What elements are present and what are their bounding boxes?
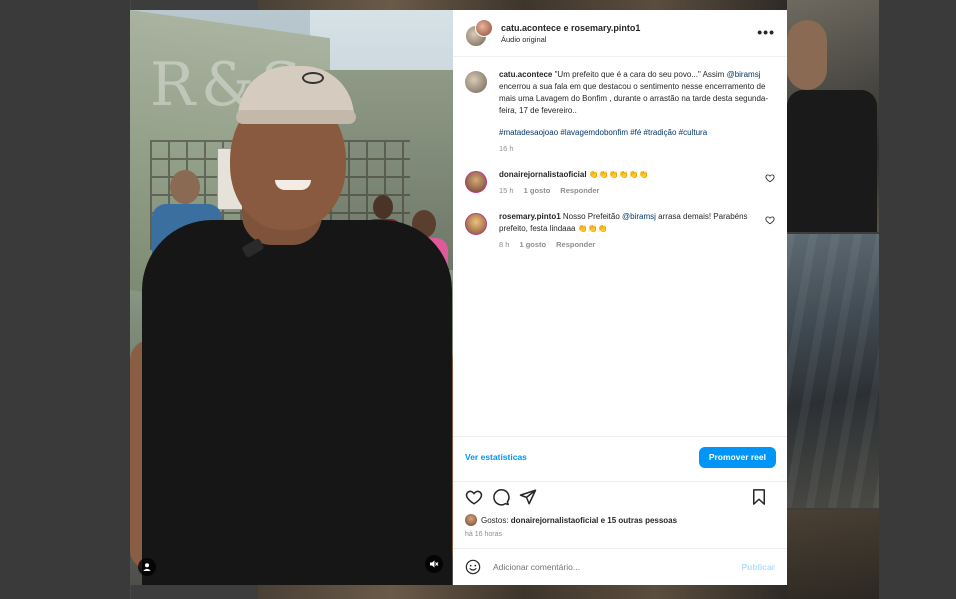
- caption-hashtags[interactable]: #matadesaojoao #lavagemdobonfim #fé #tra…: [499, 127, 775, 139]
- comments-list[interactable]: catu.acontece "Um prefeito que é a cara …: [453, 57, 787, 436]
- bg-panel-left: [0, 0, 130, 599]
- avatar[interactable]: [465, 71, 487, 93]
- post-panel: catu.acontece e rosemary.pinto1 Áudio or…: [453, 10, 787, 585]
- post-header: catu.acontece e rosemary.pinto1 Áudio or…: [453, 10, 787, 57]
- caption-text-part: encerrou a sua fala em que destacou o se…: [499, 82, 769, 115]
- bg-thumbnail-1[interactable]: [787, 0, 879, 232]
- caption-time: 16 h: [499, 144, 514, 153]
- bg-thumbnail-strip-top: [258, 0, 788, 10]
- add-comment-bar: Publicar: [453, 548, 787, 585]
- user-tag-icon[interactable]: [138, 558, 156, 576]
- likes-users[interactable]: donairejornalistaoficial e 15 outras pes…: [511, 516, 677, 525]
- audio-label[interactable]: Áudio original: [501, 35, 640, 44]
- comment-likes[interactable]: 1 gosto: [519, 239, 546, 251]
- save-icon[interactable]: [750, 488, 768, 506]
- comment-input[interactable]: [491, 561, 742, 573]
- comment-text: donairejornalistaoficial 👏👏👏👏👏👏: [499, 169, 775, 181]
- comment-username[interactable]: rosemary.pinto1: [499, 212, 561, 221]
- photo-man-cap-brim: [236, 110, 356, 124]
- header-text: catu.acontece e rosemary.pinto1 Áudio or…: [501, 23, 640, 44]
- comment-icon[interactable]: [492, 488, 510, 506]
- more-options-button[interactable]: •••: [757, 24, 775, 40]
- comment-username[interactable]: donairejornalistaoficial: [499, 170, 587, 179]
- heart-icon[interactable]: [465, 488, 483, 506]
- avatar[interactable]: [465, 171, 487, 193]
- comment-likes[interactable]: 1 gosto: [524, 185, 551, 197]
- mute-icon[interactable]: [425, 555, 443, 573]
- bg-thumbnail-2[interactable]: [787, 234, 879, 508]
- action-bar: [453, 481, 787, 512]
- bg-thumbnail-3[interactable]: [787, 510, 879, 599]
- publish-button[interactable]: Publicar: [741, 562, 775, 572]
- heart-icon[interactable]: [765, 215, 775, 225]
- caption-text-part: "Um prefeito que é a cara do seu povo...…: [552, 70, 727, 79]
- avatar[interactable]: [465, 514, 477, 526]
- likes-prefix: Gostos:: [481, 515, 511, 525]
- comment-meta: 15 h 1 gosto Responder: [499, 185, 775, 197]
- comment-mention[interactable]: @biramsj: [622, 212, 656, 221]
- comment-body: rosemary.pinto1 Nosso Prefeitão @biramsj…: [499, 211, 775, 251]
- share-icon[interactable]: [519, 488, 537, 506]
- heart-icon[interactable]: [765, 173, 775, 183]
- likes-summary: Gostos: donairejornalistaoficial e 15 ou…: [453, 512, 787, 528]
- comment-reply-button[interactable]: Responder: [560, 185, 599, 197]
- comment-text: rosemary.pinto1 Nosso Prefeitão @biramsj…: [499, 211, 775, 235]
- bg-thumbnail-strip-bottom: [258, 585, 788, 599]
- comment-time: 15 h: [499, 186, 514, 195]
- likes-text[interactable]: Gostos: donairejornalistaoficial e 15 ou…: [481, 516, 677, 525]
- comment-time: 8 h: [499, 240, 510, 249]
- author-names[interactable]: catu.acontece e rosemary.pinto1: [501, 23, 640, 33]
- author-avatars[interactable]: [465, 19, 493, 47]
- photo-man-cap-logo: [302, 72, 324, 84]
- avatar[interactable]: [465, 213, 487, 235]
- caption-body: catu.acontece "Um prefeito que é a cara …: [499, 69, 775, 155]
- caption-username[interactable]: catu.acontece: [499, 70, 552, 79]
- bg-panel-right: [879, 0, 956, 599]
- post-media[interactable]: R&S: [130, 10, 453, 585]
- avatar[interactable]: [475, 19, 493, 37]
- caption-mention[interactable]: @biramsj: [727, 70, 761, 79]
- comment-meta: 8 h 1 gosto Responder: [499, 239, 775, 251]
- comment-item: rosemary.pinto1 Nosso Prefeitão @biramsj…: [465, 211, 775, 251]
- post-caption: catu.acontece "Um prefeito que é a cara …: [465, 69, 775, 155]
- comment-reply-button[interactable]: Responder: [556, 239, 595, 251]
- photo-man-smile: [275, 180, 311, 190]
- comment-text-part: 👏👏👏👏👏👏: [586, 170, 649, 179]
- view-insights-link[interactable]: Ver estatísticas: [465, 452, 527, 462]
- promote-reel-button[interactable]: Promover reel: [698, 446, 776, 468]
- caption-meta: 16 h: [499, 143, 775, 155]
- caption-text: catu.acontece "Um prefeito que é a cara …: [499, 69, 775, 117]
- photo-man-shirt: [142, 220, 452, 585]
- comment-body: donairejornalistaoficial 👏👏👏👏👏👏 15 h 1 g…: [499, 169, 775, 197]
- comment-text-part: Nosso Prefeitão: [560, 212, 623, 221]
- insights-row: Ver estatísticas Promover reel: [453, 436, 787, 477]
- emoji-icon[interactable]: [465, 559, 481, 575]
- comment-item: donairejornalistaoficial 👏👏👏👏👏👏 15 h 1 g…: [465, 169, 775, 197]
- post-timestamp: há 16 horas: [465, 531, 502, 538]
